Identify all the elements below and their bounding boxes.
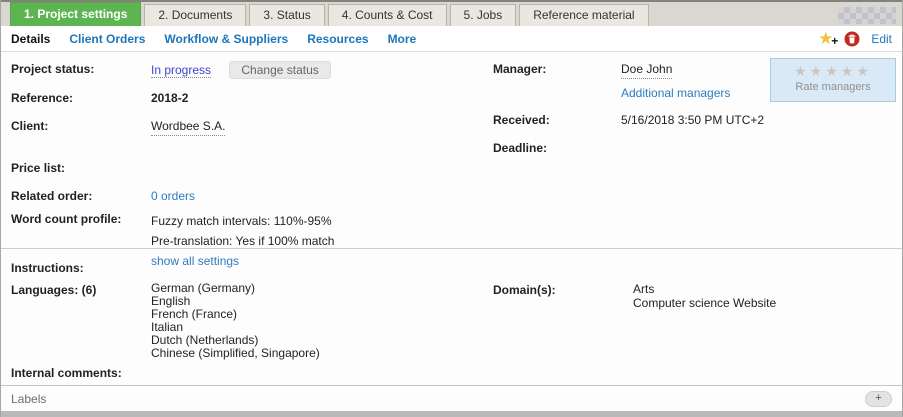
received-label: Received:: [493, 112, 621, 129]
domain-item: Arts: [633, 282, 776, 296]
rate-managers-box[interactable]: ★★★★★ Rate managers: [770, 58, 896, 102]
delete-trash-icon[interactable]: [844, 31, 860, 47]
related-order-label: Related order:: [11, 188, 151, 205]
tab-project-settings[interactable]: 1. Project settings: [10, 2, 141, 26]
languages-label: Languages: (6): [11, 282, 151, 360]
rate-managers-label: Rate managers: [771, 81, 895, 93]
fuzzy-match-line: Fuzzy match intervals: 110%-95%: [151, 211, 334, 231]
edit-link[interactable]: Edit: [871, 32, 892, 46]
rating-stars-icon: ★★★★★: [771, 63, 895, 79]
manager-label: Manager:: [493, 61, 621, 79]
nav-details[interactable]: Details: [11, 32, 50, 46]
domains-list: Arts Computer science Website: [633, 282, 776, 310]
additional-managers-spacer: [493, 85, 621, 102]
project-status-link[interactable]: In progress: [151, 63, 211, 78]
languages-domains-grid: Languages: (6) German (Germany) English …: [1, 282, 902, 360]
details-left-column: Project status: In progress Change statu…: [1, 61, 483, 248]
domains-label: Domain(s):: [493, 282, 633, 310]
related-order-link[interactable]: 0 orders: [151, 188, 195, 205]
domain-item: Computer science Website: [633, 296, 776, 310]
favorite-add-star-icon[interactable]: ★+: [818, 30, 833, 47]
labels-bar: Labels +: [1, 385, 902, 411]
price-list-label: Price list:: [11, 160, 151, 177]
tab-status[interactable]: 3. Status: [249, 4, 324, 26]
client-label: Client:: [11, 118, 151, 136]
price-list-row: Price list:: [11, 160, 483, 177]
details-panel: ★★★★★ Rate managers Project status: In p…: [1, 52, 902, 385]
redacted-pixelated-area: [838, 7, 896, 24]
show-all-settings-link[interactable]: show all settings: [151, 251, 334, 271]
internal-comments-label: Internal comments:: [1, 366, 902, 380]
add-label-button[interactable]: +: [865, 391, 892, 407]
related-order-row: Related order: 0 orders: [11, 188, 483, 205]
domains-row: Domain(s): Arts Computer science Website: [493, 282, 902, 310]
client-row: Client: Wordbee S.A.: [11, 118, 483, 136]
nav-toolbar: ★+ Edit: [818, 30, 892, 47]
tab-documents[interactable]: 2. Documents: [144, 4, 246, 26]
project-settings-page: 1. Project settings 2. Documents 3. Stat…: [0, 0, 903, 417]
deadline-row: Deadline:: [493, 140, 902, 157]
tab-jobs[interactable]: 5. Jobs: [450, 4, 517, 26]
client-value[interactable]: Wordbee S.A.: [151, 118, 225, 136]
additional-managers-link[interactable]: Additional managers: [621, 85, 730, 102]
tab-reference-material[interactable]: Reference material: [519, 4, 648, 26]
domains-block: Domain(s): Arts Computer science Website: [483, 282, 902, 360]
details-top-grid: Project status: In progress Change statu…: [1, 52, 902, 248]
labels-title: Labels: [11, 392, 46, 406]
word-count-profile-value: Fuzzy match intervals: 110%-95% Pre-tran…: [151, 211, 334, 271]
languages-list: German (Germany) English French (France)…: [151, 282, 320, 360]
pretranslation-line: Pre-translation: Yes if 100% match: [151, 231, 334, 251]
nav-more[interactable]: More: [388, 32, 417, 46]
deadline-label: Deadline:: [493, 140, 621, 157]
project-status-row: Project status: In progress Change statu…: [11, 61, 483, 79]
project-status-label: Project status:: [11, 61, 151, 79]
reference-row: Reference: 2018-2: [11, 90, 483, 107]
reference-value: 2018-2: [151, 90, 188, 107]
tab-counts-cost[interactable]: 4. Counts & Cost: [328, 4, 447, 26]
languages-row: Languages: (6) German (Germany) English …: [11, 282, 483, 360]
nav-client-orders[interactable]: Client Orders: [69, 32, 145, 46]
bottom-border-strip: [1, 411, 902, 417]
received-row: Received: 5/16/2018 3:50 PM UTC+2: [493, 112, 902, 129]
plus-overlay-icon: +: [831, 33, 838, 50]
nav-resources[interactable]: Resources: [307, 32, 368, 46]
nav-workflow-suppliers[interactable]: Workflow & Suppliers: [164, 32, 288, 46]
received-value: 5/16/2018 3:50 PM UTC+2: [621, 112, 764, 129]
change-status-button[interactable]: Change status: [229, 61, 330, 79]
language-item: Chinese (Simplified, Singapore): [151, 347, 320, 360]
reference-label: Reference:: [11, 90, 151, 107]
manager-value[interactable]: Doe John: [621, 61, 672, 79]
section-nav: Details Client Orders Workflow & Supplie…: [1, 26, 902, 52]
languages-block: Languages: (6) German (Germany) English …: [1, 282, 483, 360]
tab-bar: 1. Project settings 2. Documents 3. Stat…: [1, 0, 902, 26]
project-status-value-wrap: In progress Change status: [151, 61, 331, 79]
